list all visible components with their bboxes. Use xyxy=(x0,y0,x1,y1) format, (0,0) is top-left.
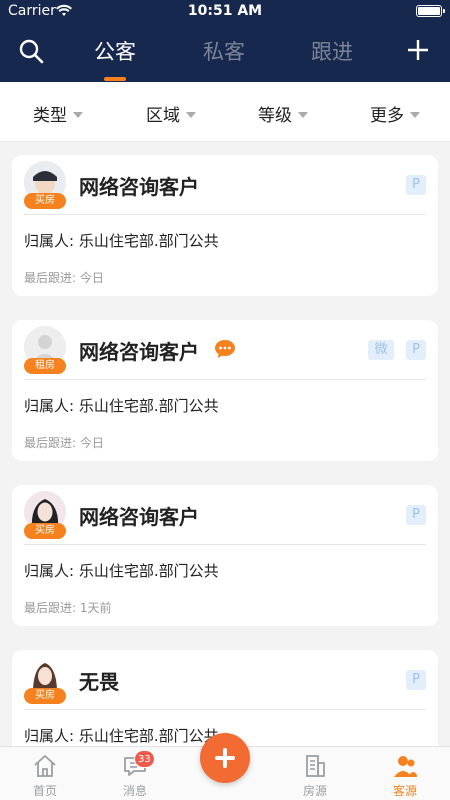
unread-count-badge: 33 xyxy=(134,750,155,768)
clock: 10:51 AM xyxy=(187,3,263,19)
chat-bubble-icon xyxy=(215,340,235,358)
chevron-down-icon xyxy=(298,111,308,118)
client-card[interactable]: 租房 网络咨询客户 微 P 归属人: 乐山住宅部.部门公共 最后跟进: 今日 xyxy=(12,320,438,461)
p-badge: P xyxy=(406,175,426,195)
search-icon[interactable] xyxy=(18,38,44,64)
filter-area-label: 区域 xyxy=(146,106,180,126)
client-type-tag: 买房 xyxy=(24,193,66,209)
last-follow-up: 最后跟进: 1天前 xyxy=(24,601,112,615)
chevron-down-icon xyxy=(73,111,83,118)
clients-icon xyxy=(394,756,417,777)
chevron-down-icon xyxy=(410,111,420,118)
building-icon xyxy=(306,755,325,777)
tab-home[interactable]: 首页 xyxy=(10,747,80,800)
add-icon[interactable] xyxy=(408,40,428,60)
client-owner: 归属人: 乐山住宅部.部门公共 xyxy=(24,727,219,745)
tab-clients[interactable]: 客源 xyxy=(370,747,440,800)
p-badge: P xyxy=(406,670,426,690)
chevron-down-icon xyxy=(186,111,196,118)
tab-clients-label: 客源 xyxy=(392,784,417,798)
wechat-badge: 微 xyxy=(368,340,394,360)
tab-follow-up[interactable]: 跟进 xyxy=(311,36,353,66)
tab-public-clients[interactable]: 公客 xyxy=(94,36,136,66)
tab-private-clients[interactable]: 私客 xyxy=(203,36,245,66)
divider xyxy=(24,379,426,380)
active-tab-indicator xyxy=(104,77,126,81)
client-owner: 归属人: 乐山住宅部.部门公共 xyxy=(24,397,219,415)
tab-home-label: 首页 xyxy=(32,784,57,798)
client-name: 无畏 xyxy=(79,670,119,694)
client-card[interactable]: 买房 无畏 P 归属人: 乐山住宅部.部门公共 xyxy=(12,650,438,746)
filter-more[interactable]: 更多 xyxy=(370,101,420,126)
divider xyxy=(24,709,426,710)
tab-messages-label: 消息 xyxy=(122,784,147,798)
status-bar: Carrier 10:51 AM xyxy=(0,0,450,24)
filter-type[interactable]: 类型 xyxy=(33,101,83,126)
client-owner: 归属人: 乐山住宅部.部门公共 xyxy=(24,232,219,250)
tab-listings-label: 房源 xyxy=(302,784,327,798)
battery-icon xyxy=(416,5,445,17)
home-icon xyxy=(34,755,56,777)
p-badge: P xyxy=(406,505,426,525)
filter-level[interactable]: 等级 xyxy=(258,101,308,126)
client-name: 网络咨询客户 xyxy=(79,340,199,364)
filter-bar: 类型 区域 等级 更多 xyxy=(0,82,450,142)
filter-more-label: 更多 xyxy=(370,106,404,126)
client-card[interactable]: 买房 网络咨询客户 P 归属人: 乐山住宅部.部门公共 最后跟进: 今日 xyxy=(12,155,438,296)
client-type-tag: 租房 xyxy=(24,358,66,374)
add-client-button[interactable] xyxy=(200,733,250,783)
last-follow-up: 最后跟进: 今日 xyxy=(24,271,104,285)
client-name: 网络咨询客户 xyxy=(79,175,199,199)
client-card[interactable]: 买房 网络咨询客户 P 归属人: 乐山住宅部.部门公共 最后跟进: 1天前 xyxy=(12,485,438,626)
client-name: 网络咨询客户 xyxy=(79,505,199,529)
last-follow-up: 最后跟进: 今日 xyxy=(24,436,104,450)
client-type-tag: 买房 xyxy=(24,523,66,539)
tab-listings[interactable]: 房源 xyxy=(280,747,350,800)
client-type-tag: 买房 xyxy=(24,688,66,704)
app-header: Carrier 10:51 AM 公客 私客 跟进 xyxy=(0,0,450,82)
tab-messages[interactable]: 33 消息 xyxy=(100,747,170,800)
filter-area[interactable]: 区域 xyxy=(146,101,196,126)
client-owner: 归属人: 乐山住宅部.部门公共 xyxy=(24,562,219,580)
p-badge: P xyxy=(406,340,426,360)
filter-type-label: 类型 xyxy=(33,106,67,126)
divider xyxy=(24,544,426,545)
client-list: 买房 网络咨询客户 P 归属人: 乐山住宅部.部门公共 最后跟进: 今日 租房 … xyxy=(0,142,450,746)
filter-level-label: 等级 xyxy=(258,106,292,126)
divider xyxy=(24,214,426,215)
top-nav: 公客 私客 跟进 xyxy=(0,24,450,82)
